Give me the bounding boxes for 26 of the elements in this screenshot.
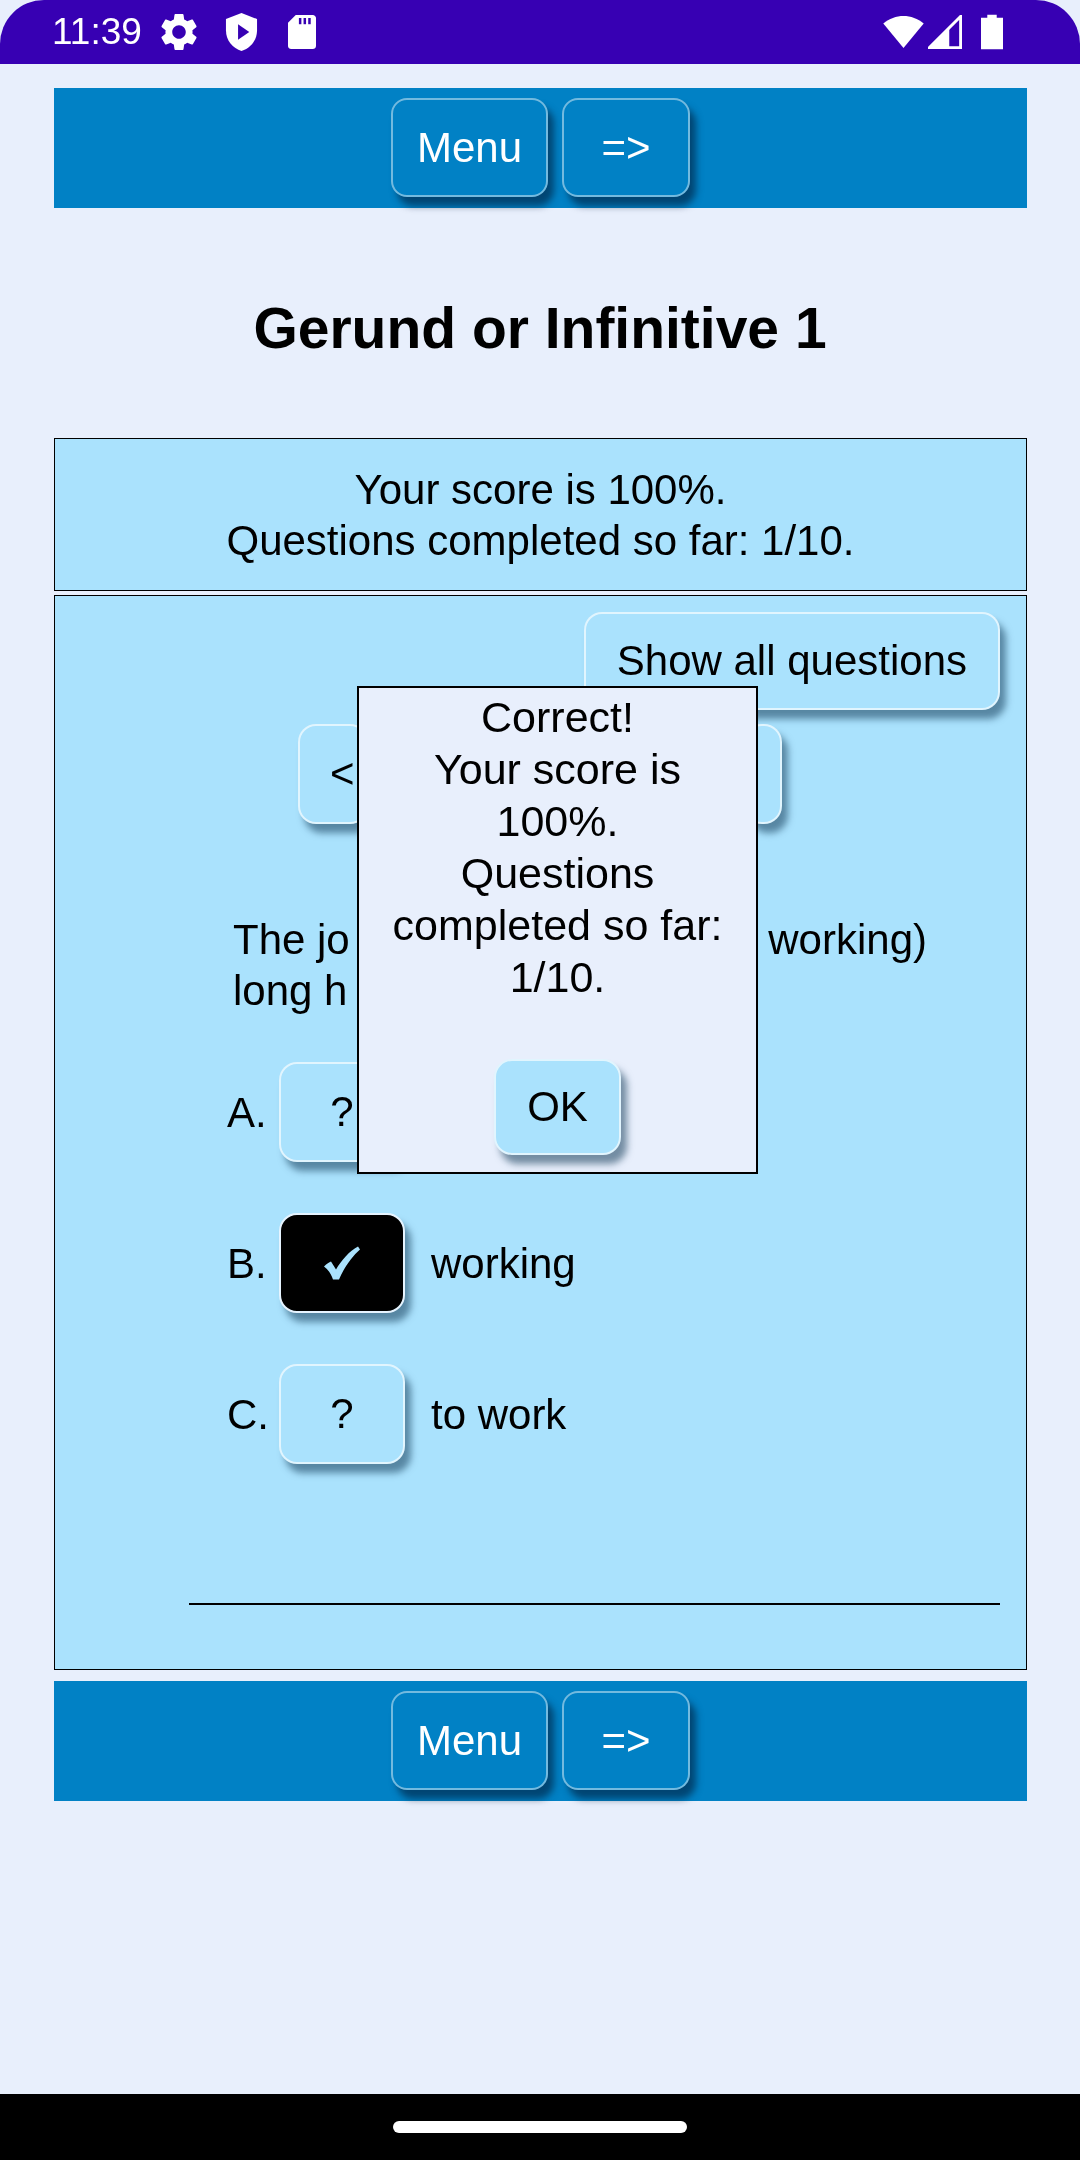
question-text: long h — [233, 966, 348, 1016]
shield-icon — [224, 13, 258, 51]
answer-button[interactable]: ? — [279, 1364, 405, 1464]
menu-button[interactable]: Menu — [390, 1691, 549, 1790]
option-letter: B. — [227, 1238, 267, 1289]
next-button[interactable]: => — [562, 1691, 691, 1790]
answer-text: to work — [431, 1389, 567, 1440]
progress-text: Questions completed so far: 1/10. — [225, 516, 856, 566]
check-icon — [323, 1245, 361, 1281]
question-text: The jo — [233, 915, 350, 965]
wifi-icon — [883, 16, 924, 48]
answer-text: working — [431, 1238, 576, 1289]
sd-card-icon — [287, 14, 316, 50]
status-time: 11:39 — [52, 12, 142, 52]
ok-button[interactable]: OK — [494, 1059, 621, 1155]
battery-icon — [981, 14, 1003, 50]
next-button[interactable]: => — [562, 98, 691, 197]
menu-button[interactable]: Menu — [390, 98, 549, 197]
option-letter: C. — [227, 1389, 267, 1440]
score-text: Your score is 100%. — [353, 465, 728, 515]
gear-icon — [160, 13, 197, 51]
answer-button[interactable] — [279, 1213, 405, 1313]
signal-icon — [928, 15, 962, 49]
page-title: Gerund or Infinitive 1 — [252, 295, 828, 362]
question-text: working) — [768, 915, 927, 965]
option-letter: A. — [227, 1087, 267, 1138]
